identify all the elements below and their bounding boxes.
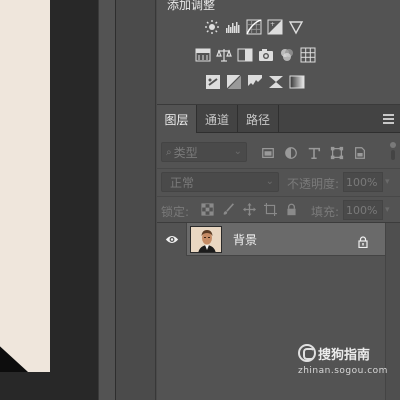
color-balance-icon[interactable] <box>215 46 232 63</box>
adjustments-row-3 <box>204 73 305 90</box>
adjustment-filter-icon[interactable] <box>282 144 299 161</box>
blend-opacity-row: 正常 ⌄ 不透明度: 100% ▾ <box>157 168 400 192</box>
shape-filter-icon[interactable] <box>328 144 345 161</box>
type-filter-icon[interactable] <box>305 144 322 161</box>
sogou-logo-icon <box>298 344 316 362</box>
invert-icon[interactable] <box>204 73 221 90</box>
chevron-down-icon: ⌄ <box>265 176 274 187</box>
fill-dropdown-arrow-icon[interactable]: ▾ <box>385 205 390 215</box>
collapsed-panel-dock <box>116 0 156 400</box>
posterize-icon[interactable] <box>225 73 242 90</box>
opacity-dropdown-arrow-icon[interactable]: ▾ <box>385 177 390 187</box>
photo-filter-icon[interactable] <box>257 46 274 63</box>
black-white-icon[interactable] <box>236 46 253 63</box>
pixel-filter-icon[interactable] <box>259 144 276 161</box>
levels-icon[interactable] <box>224 18 241 35</box>
layer-name: 背景 <box>233 233 258 247</box>
filter-kind-label: 类型 <box>173 145 198 160</box>
selective-color-icon[interactable] <box>267 73 284 90</box>
canvas-area <box>0 0 98 400</box>
svg-text:+: + <box>270 21 275 28</box>
adjustments-row-2 <box>194 46 316 63</box>
lock-image-icon[interactable] <box>220 201 236 217</box>
search-icon: ⌕ <box>166 146 172 158</box>
blend-mode-value: 正常 <box>170 175 195 190</box>
adjustments-title: 添加调整 <box>167 0 216 12</box>
photoshop-window: 添加调整 + 图层 通道 路径 ⌕ 类型 ⌄ 正常 ⌄ 不透明度: 100% ▾… <box>0 0 400 400</box>
layer-filter-icons <box>259 144 368 161</box>
vibrance-icon[interactable] <box>287 18 304 35</box>
lock-all-icon[interactable] <box>283 201 299 217</box>
exposure-icon[interactable]: + <box>266 18 283 35</box>
tab-layers[interactable]: 图层 <box>157 105 197 133</box>
lock-fill-row: 锁定: 填充: 100% ▾ <box>157 196 400 220</box>
lock-artboard-icon[interactable] <box>262 201 278 217</box>
hue-saturation-icon[interactable] <box>194 46 211 63</box>
gradient-map-icon[interactable] <box>288 73 305 90</box>
tab-channels[interactable]: 通道 <box>197 105 238 133</box>
panel-menu-icon[interactable] <box>383 114 394 124</box>
adjustments-panel: 添加调整 + <box>157 0 400 104</box>
tab-paths[interactable]: 路径 <box>238 105 279 133</box>
color-lookup-icon[interactable] <box>299 46 316 63</box>
blend-mode-select[interactable]: 正常 ⌄ <box>161 172 279 192</box>
fill-input[interactable]: 100% <box>343 200 383 220</box>
lock-icons <box>199 201 299 217</box>
layer-filter-toggle[interactable] <box>390 142 396 162</box>
layer-thumbnail <box>190 226 222 253</box>
watermark-url: zhinan.sogou.com <box>298 366 388 376</box>
fill-label: 填充: <box>311 205 340 219</box>
opacity-input[interactable]: 100% <box>343 172 383 192</box>
layer-filter-kind-select[interactable]: ⌕ 类型 ⌄ <box>161 142 247 162</box>
lock-position-icon[interactable] <box>241 201 257 217</box>
threshold-icon[interactable] <box>246 73 263 90</box>
lock-label: 锁定: <box>161 205 190 219</box>
smart-object-filter-icon[interactable] <box>351 144 368 161</box>
layer-filter-row: ⌕ 类型 ⌄ <box>157 140 400 164</box>
document-image[interactable] <box>0 0 50 372</box>
layer-lock-icon <box>357 233 369 249</box>
curves-icon[interactable] <box>245 18 262 35</box>
opacity-label: 不透明度: <box>287 177 340 191</box>
canvas-scrollbar[interactable] <box>98 0 116 400</box>
layer-visibility-toggle[interactable] <box>157 223 187 256</box>
brightness-contrast-icon[interactable] <box>203 18 220 35</box>
watermark-title: 搜狗指南 <box>318 348 371 363</box>
eye-icon <box>165 236 178 243</box>
channel-mixer-icon[interactable] <box>278 46 295 63</box>
lock-transparent-icon[interactable] <box>199 201 215 217</box>
chevron-down-icon: ⌄ <box>233 146 242 157</box>
layers-panel-tabs: 图层 通道 路径 <box>157 105 400 133</box>
watermark: 搜狗指南 zhinan.sogou.com <box>296 342 400 382</box>
adjustments-row-1: + <box>203 18 304 35</box>
layer-row[interactable]: 背景 <box>157 223 385 256</box>
